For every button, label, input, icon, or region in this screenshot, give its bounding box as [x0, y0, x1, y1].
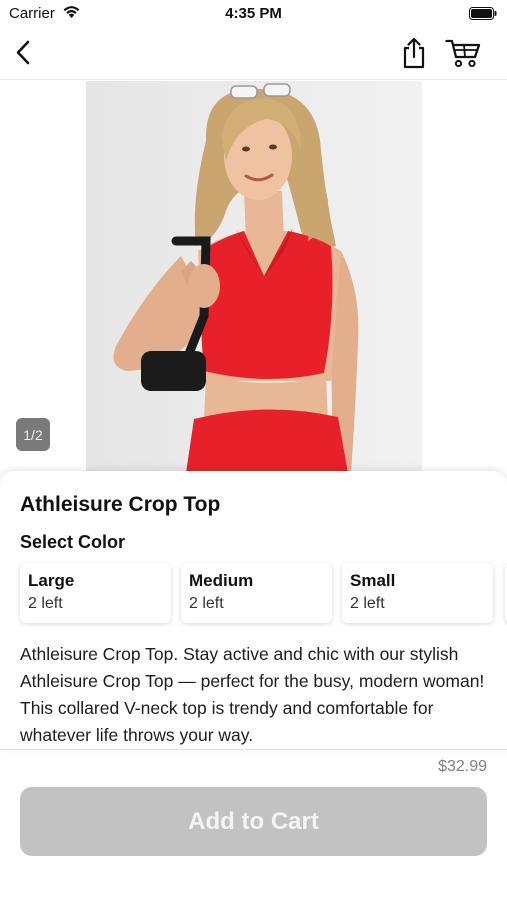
product-gallery[interactable]: 1/2: [0, 81, 507, 473]
option-small[interactable]: Small 2 left: [342, 563, 493, 623]
option-medium[interactable]: Medium 2 left: [181, 563, 332, 623]
option-label: Medium: [189, 571, 254, 590]
option-label: Large: [28, 571, 75, 590]
product-details-sheet: Athleisure Crop Top Select Color Large 2…: [0, 471, 507, 751]
product-photo[interactable]: [86, 81, 422, 473]
option-stock: 2 left: [28, 595, 63, 612]
battery-icon: [469, 7, 497, 20]
product-photo-illustration: [86, 81, 422, 473]
option-stock: 2 left: [189, 595, 224, 612]
product-description: Athleisure Crop Top. Stay active and chi…: [20, 644, 485, 745]
option-label: Small: [350, 571, 396, 590]
divider: [0, 749, 507, 750]
size-options: Large 2 left Medium 2 left Small 2 left: [20, 563, 507, 625]
option-large[interactable]: Large 2 left: [20, 563, 171, 623]
back-chevron-icon[interactable]: [12, 38, 36, 68]
product-price: $32.99: [438, 758, 487, 775]
status-time: 4:35 PM: [225, 5, 282, 22]
select-color-label: Select Color: [20, 532, 126, 552]
add-to-cart-button[interactable]: Add to Cart: [20, 787, 487, 856]
image-page-indicator: 1/2: [16, 418, 50, 451]
option-stock: 2 left: [350, 595, 385, 612]
cart-icon[interactable]: [445, 38, 481, 68]
navigation-bar: [0, 28, 507, 80]
share-icon[interactable]: [400, 36, 428, 70]
status-bar: Carrier 4:35 PM: [0, 0, 507, 28]
product-title: Athleisure Crop Top: [20, 493, 221, 516]
